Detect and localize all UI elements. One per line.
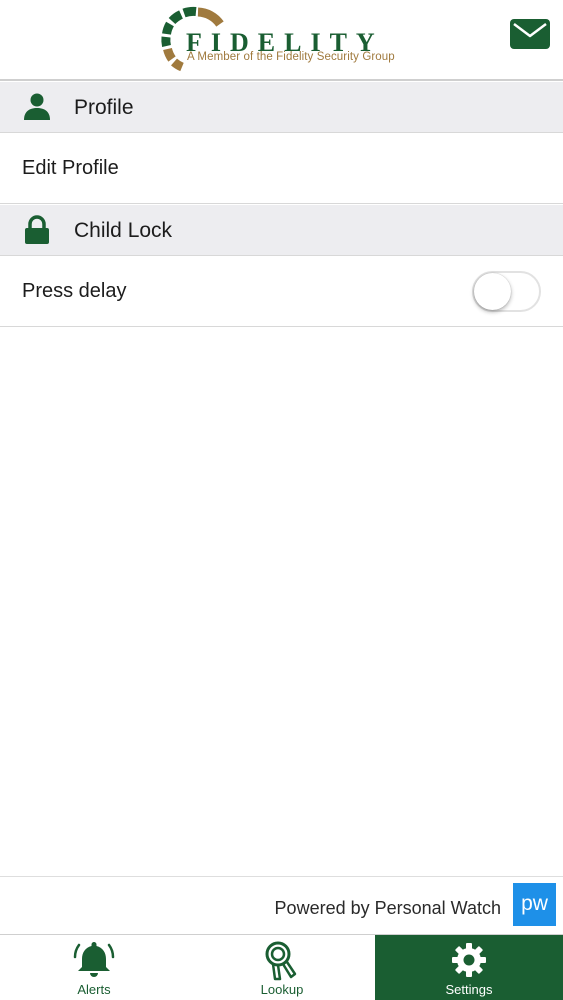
press-delay-label: Press delay: [22, 280, 127, 302]
app-header: FIDELITY A Member of the Fidelity Securi…: [0, 0, 563, 81]
envelope-icon: [510, 19, 550, 49]
press-delay-toggle[interactable]: [472, 271, 541, 312]
powered-by-bar: Powered by Personal Watch pw: [0, 876, 563, 934]
tab-label: Settings: [445, 982, 493, 997]
bell-icon: [73, 942, 115, 977]
toggle-knob: [474, 273, 511, 310]
lock-icon: [25, 215, 49, 244]
powered-by-text: Powered by Personal Watch: [274, 898, 501, 918]
tab-label: Lookup: [260, 982, 304, 997]
edit-profile-label: Edit Profile: [22, 157, 119, 179]
section-header-child-lock: Child Lock: [0, 205, 563, 256]
gear-icon: [452, 943, 486, 977]
section-title: Child Lock: [74, 219, 173, 242]
section-header-profile: Profile: [0, 82, 563, 133]
logo-tagline: A Member of the Fidelity Security Group: [187, 51, 395, 63]
fidelity-logo: FIDELITY A Member of the Fidelity Securi…: [158, 4, 408, 76]
section-title: Profile: [74, 96, 134, 119]
lookup-icon: [265, 941, 297, 981]
messages-button[interactable]: [509, 17, 551, 51]
tab-lookup[interactable]: Lookup: [188, 935, 376, 1000]
bottom-tab-bar: Alerts Lookup Settings: [0, 934, 563, 1000]
personal-watch-badge[interactable]: pw: [513, 883, 556, 926]
tab-settings[interactable]: Settings: [375, 935, 563, 1000]
edit-profile-row[interactable]: Edit Profile: [0, 133, 563, 204]
press-delay-row: Press delay: [0, 256, 563, 327]
person-icon: [24, 93, 50, 120]
tab-label: Alerts: [77, 982, 111, 997]
tab-alerts[interactable]: Alerts: [0, 935, 188, 1000]
